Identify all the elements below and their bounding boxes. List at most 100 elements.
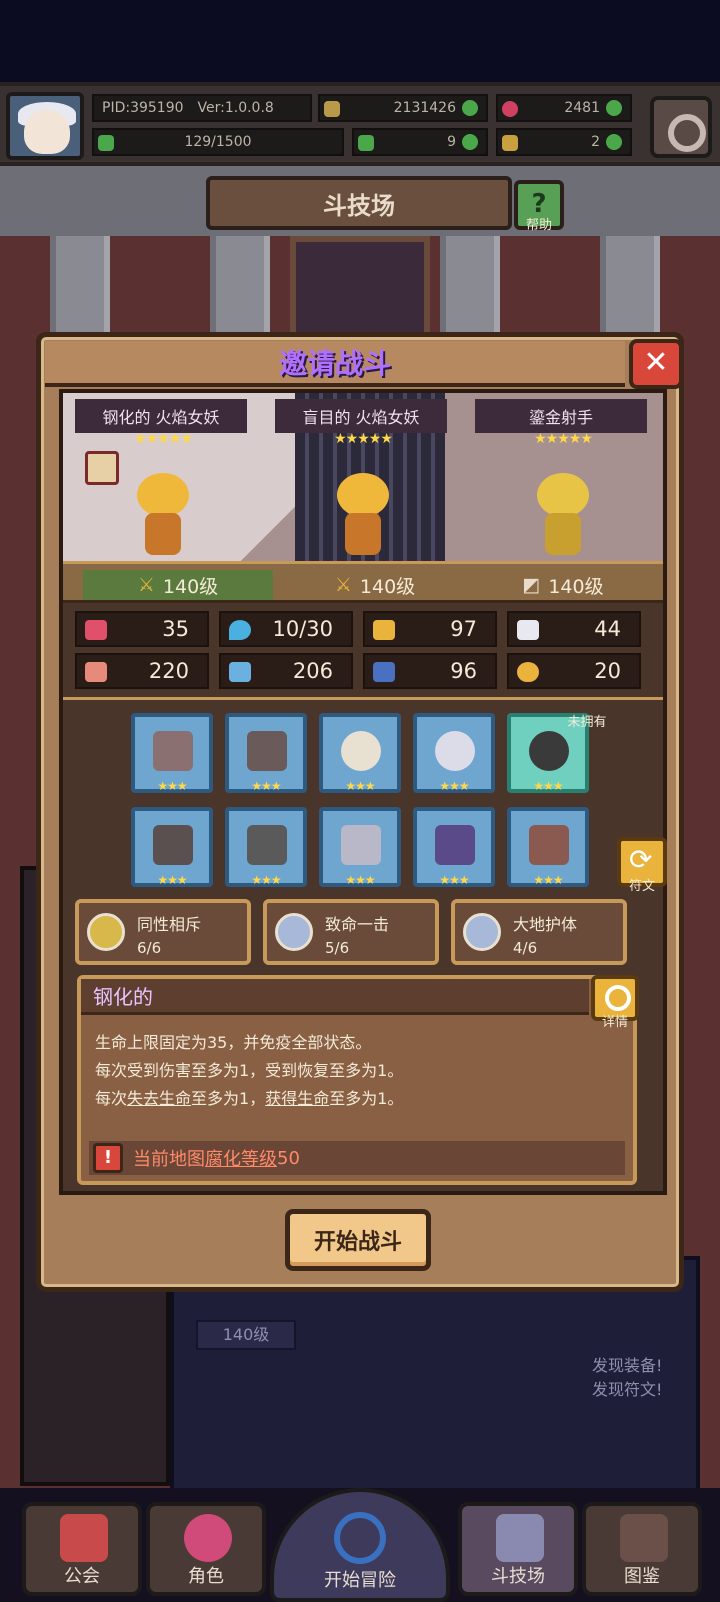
bottom-nav: 公会 角色 开始冒险 斗技场 图鉴 [0, 1488, 720, 1602]
equip-disc[interactable]: ★★★ [413, 713, 495, 793]
stat-armor: 96 [363, 653, 497, 689]
settings-gear-icon[interactable] [650, 96, 712, 158]
stat-health: 35 [75, 611, 209, 647]
stat-speed: 44 [507, 611, 641, 647]
nav-start-adventure[interactable]: 开始冒险 [270, 1488, 450, 1602]
level-text-1: 140级 [162, 575, 219, 598]
hero-card-3[interactable]: 鎏金射手 ★★★★★ [463, 393, 663, 561]
add-key-icon[interactable] [606, 134, 622, 150]
equip-shield[interactable]: ★★★ [225, 713, 307, 793]
gilded-archer-sprite [527, 473, 597, 557]
background-level-badge: 140级 [196, 1320, 296, 1350]
affix-title: 钢化的 [81, 979, 589, 1015]
player-avatar[interactable] [6, 92, 84, 160]
lose-life-link[interactable]: 失去生命 [127, 1089, 191, 1108]
equip-stars: ★★★ [251, 779, 281, 793]
key-icon [502, 135, 518, 151]
nav-arena-label: 斗技场 [491, 1566, 545, 1587]
necklace-icon [341, 731, 381, 771]
clover-box: 9 [352, 128, 488, 156]
invite-battle-modal: 邀请战斗 ✕ 钢化的 火焰女妖 ★★★★★ 盲目的 火焰女妖 ★★★★★ 鎏金射… [36, 332, 684, 1292]
desc-line-1: 生命上限固定为35，并免疫全部状态。 [95, 1033, 372, 1052]
equip-stars: ★★★ [157, 873, 187, 887]
equip-bracer[interactable]: ★★★ [413, 807, 495, 887]
equip-armor[interactable]: ★★★ [225, 807, 307, 887]
modal-title: 邀请战斗 [278, 347, 391, 380]
nav-arena[interactable]: 斗技场 [458, 1502, 578, 1596]
stat-magic: 206 [219, 653, 353, 689]
hero-name-3: 鎏金射手 [475, 399, 647, 433]
key-value: 2 [591, 134, 600, 150]
nav-guild[interactable]: 公会 [22, 1502, 142, 1596]
nav-character[interactable]: 角色 [146, 1502, 266, 1596]
flame-banshee-sprite [127, 473, 197, 557]
trait-1[interactable]: 同性相斥 6/6 [75, 899, 251, 965]
trait-2[interactable]: 致命一击 5/6 [263, 899, 439, 965]
flame-banshee-sprite [327, 473, 397, 557]
shield-icon [373, 620, 395, 640]
hero-level-1[interactable]: ⚔ 140级 [83, 570, 273, 600]
boots-icon [529, 825, 569, 865]
stat-value: 20 [594, 659, 621, 683]
equip-stars: ★★★ [345, 873, 375, 887]
start-battle-button[interactable]: 开始战斗 [285, 1209, 431, 1271]
equip-necklace[interactable]: ★★★ [319, 713, 401, 793]
equip-boots[interactable]: ★★★ [507, 807, 589, 887]
spellbook-icon [229, 662, 251, 682]
nav-codex-label: 图鉴 [624, 1566, 660, 1587]
guild-icon [60, 1514, 108, 1562]
bow-icon: ◩ [522, 574, 541, 596]
desc-line-3: 每次失去生命至多为1，获得生命至多为1。 [95, 1085, 403, 1109]
corruption-value: 50 [277, 1147, 300, 1169]
trait-name: 致命一击 [325, 915, 390, 934]
stat-value: 97 [450, 617, 477, 641]
equip-helmet[interactable]: ★★★ [131, 807, 213, 887]
background-hint: 发现装备! 发现符文! [592, 1354, 662, 1402]
equip-pickaxe[interactable]: ★★★ [131, 713, 213, 793]
add-gem-icon[interactable] [606, 100, 622, 116]
horseshoe-icon [517, 662, 539, 682]
stat-luck: 20 [507, 653, 641, 689]
corruption-warning: 当前地图 腐化等级 50 [89, 1141, 625, 1175]
character-icon [184, 1514, 232, 1562]
magnifier-icon [334, 1512, 386, 1564]
equip-gauntlet[interactable]: ★★★ [319, 807, 401, 887]
level-text-3: 140级 [548, 575, 604, 598]
nav-codex[interactable]: 图鉴 [582, 1502, 702, 1596]
top-hud: PID:395190 Ver:1.0.0.8 2131426 2481 129/… [0, 82, 720, 166]
trait-count: 5/6 [325, 939, 350, 957]
gain-life-link[interactable]: 获得生命 [265, 1089, 329, 1108]
level-text-2: 140级 [359, 575, 416, 598]
modal-header: 邀请战斗 [45, 341, 625, 387]
add-gold-icon[interactable] [462, 100, 478, 116]
unowned-label: 未拥有 [567, 715, 607, 730]
equip-stars: ★★★ [157, 779, 187, 793]
pickaxe-icon [153, 731, 193, 771]
help-label: 帮助 [525, 218, 552, 233]
hero-name-1: 钢化的 火焰女妖 [75, 399, 247, 433]
equip-stars: ★★★ [533, 873, 563, 887]
trait-3[interactable]: 大地护体 4/6 [451, 899, 627, 965]
trait-crit-icon [275, 913, 313, 951]
hero-card-2[interactable]: 盲目的 火焰女妖 ★★★★★ [263, 393, 463, 561]
pid-text: PID:395190 [102, 100, 184, 116]
corruption-link[interactable]: 腐化等级 [205, 1145, 277, 1171]
desc-line-2: 每次受到伤害至多为1，受到恢复至多为1。 [95, 1061, 404, 1080]
nav-start-label: 开始冒险 [324, 1570, 396, 1591]
desc-text: 每次 [95, 1089, 128, 1108]
gold-coin-icon [324, 101, 340, 117]
add-clover-icon[interactable] [462, 134, 478, 150]
hero-stars-3: ★★★★★ [534, 431, 593, 447]
hero-strip: 钢化的 火焰女妖 ★★★★★ 盲目的 火焰女妖 ★★★★★ 鎏金射手 ★★★★★ [63, 393, 663, 561]
stat-defense: 97 [363, 611, 497, 647]
arena-title: 斗技场 [206, 176, 512, 230]
ring-icon [529, 731, 569, 771]
hero-stars-2: ★★★★★ [334, 431, 393, 447]
hero-level-2: ⚔ 140级 [295, 570, 455, 600]
trait-gold-icon [87, 913, 125, 951]
hero-name-2: 盲目的 火焰女妖 [275, 399, 447, 433]
close-button[interactable]: ✕ [629, 339, 683, 389]
equip-stars: ★★★ [533, 779, 563, 793]
armor-icon [373, 662, 395, 682]
clover-stamina-icon [98, 135, 114, 151]
